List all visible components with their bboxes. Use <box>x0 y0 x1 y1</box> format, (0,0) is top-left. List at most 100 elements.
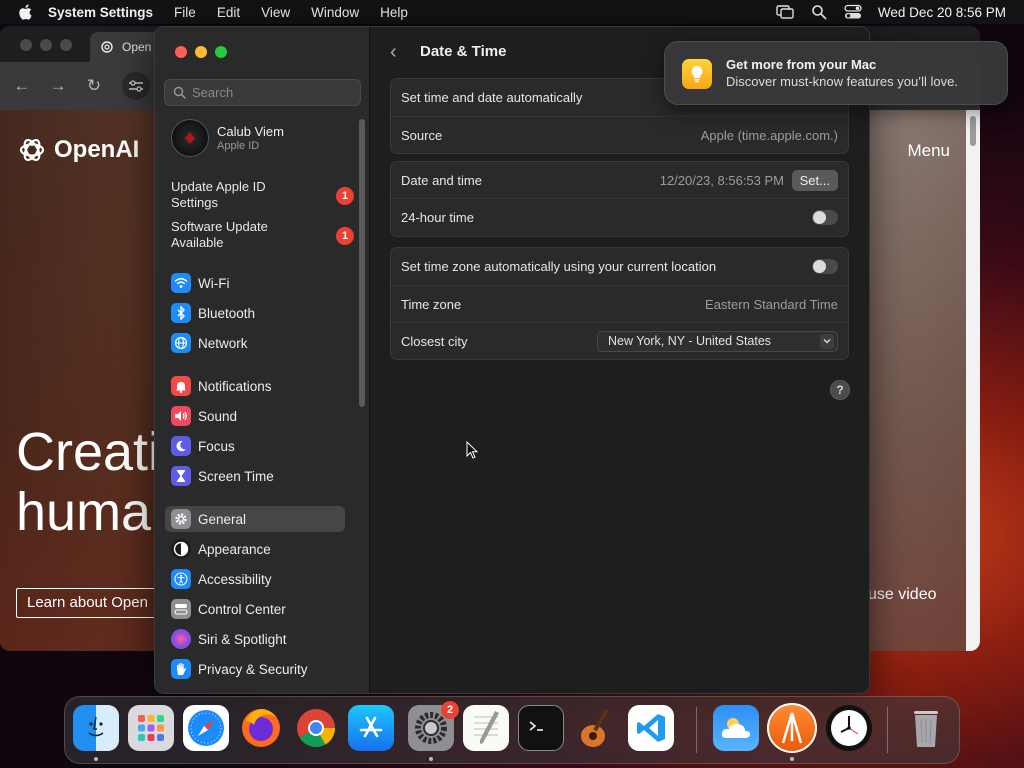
closest-city-select[interactable]: New York, NY - United States <box>597 330 838 352</box>
auto-timezone-toggle[interactable] <box>812 259 838 274</box>
vscode-icon[interactable] <box>628 705 674 751</box>
control-center-icon[interactable] <box>844 3 862 21</box>
date-time-value: 12/20/23, 8:56:53 PM <box>659 172 784 188</box>
garageband-icon[interactable] <box>573 705 619 751</box>
menu-file[interactable]: File <box>174 5 196 20</box>
auto-timezone-row: Set time zone automatically using your c… <box>391 248 848 285</box>
sidebar-search[interactable] <box>164 79 361 106</box>
browser-back-icon[interactable]: ← <box>12 76 32 96</box>
settings-sidebar: Calub Viem Apple ID Update Apple ID Sett… <box>155 27 370 693</box>
closest-city-value: New York, NY - United States <box>608 334 772 348</box>
timezone-row: Time zone Eastern Standard Time <box>391 285 848 322</box>
sidebar-item-wifi[interactable]: Wi-Fi <box>165 270 345 296</box>
settings-update-badge: 2 <box>441 701 459 719</box>
timezone-value: Eastern Standard Time <box>705 296 838 312</box>
sidebar-item-sound[interactable]: Sound <box>165 403 345 429</box>
firefox-icon[interactable] <box>238 705 284 751</box>
browser-scroll-thumb[interactable] <box>970 116 976 146</box>
sidebar-item-screen-time[interactable]: Screen Time <box>165 463 345 489</box>
browser-forward-icon[interactable]: → <box>48 76 68 96</box>
menu-window[interactable]: Window <box>311 5 359 20</box>
notification-title: Get more from your Mac <box>726 57 877 72</box>
appearance-icon <box>171 539 191 559</box>
gear-icon <box>171 509 191 529</box>
menu-edit[interactable]: Edit <box>217 5 240 20</box>
dock-separator-2 <box>887 707 888 753</box>
source-row: Source Apple (time.apple.com.) <box>391 116 848 153</box>
sidebar-item-notifications[interactable]: Notifications <box>165 373 345 399</box>
sidebar-item-accessibility[interactable]: Accessibility <box>165 566 345 592</box>
trash-icon[interactable] <box>903 705 949 751</box>
terminal-icon[interactable] <box>518 705 564 751</box>
update-apple-id-notice[interactable]: Update Apple ID Settings 1 <box>171 179 356 211</box>
sidebar-scrollbar[interactable] <box>359 119 365 407</box>
openai-menu-link[interactable]: Menu <box>907 141 950 161</box>
hour24-row: 24-hour time <box>391 198 848 236</box>
learn-about-button[interactable]: Learn about Open <box>16 588 159 618</box>
minimize-button[interactable] <box>195 46 207 58</box>
hero-line-2: huma <box>16 482 152 542</box>
menu-view[interactable]: View <box>261 5 290 20</box>
sidebar-item-appearance[interactable]: Appearance <box>165 536 345 562</box>
screen-mirroring-icon[interactable] <box>776 3 794 21</box>
sidebar-item-label: Control Center <box>198 601 286 617</box>
dock-separator <box>696 707 697 753</box>
browser-close-button[interactable] <box>20 39 32 51</box>
menu-bar-clock[interactable]: Wed Dec 20 8:56 PM <box>878 5 1006 20</box>
finder-icon[interactable] <box>73 705 119 751</box>
weather-icon[interactable] <box>713 705 759 751</box>
sidebar-item-privacy-security[interactable]: Privacy & Security <box>165 656 345 682</box>
pause-video-button[interactable]: use video <box>868 586 937 604</box>
browser-minimize-button[interactable] <box>40 39 52 51</box>
hour24-toggle[interactable] <box>812 210 838 225</box>
spotlight-search-icon[interactable] <box>810 3 828 21</box>
notification-banner[interactable]: Get more from your Mac Discover must-kno… <box>664 41 1008 105</box>
zoom-button[interactable] <box>215 46 227 58</box>
back-chevron-icon[interactable]: ‹ <box>390 41 397 64</box>
bell-icon <box>171 376 191 396</box>
chrome-icon[interactable] <box>293 705 339 751</box>
app-store-icon[interactable] <box>348 705 394 751</box>
sidebar-item-siri-spotlight[interactable]: Siri & Spotlight <box>165 626 345 652</box>
instruments-running-indicator <box>790 757 794 761</box>
wifi-icon <box>171 273 191 293</box>
apple-menu-icon[interactable] <box>16 2 36 22</box>
instruments-icon[interactable] <box>767 703 817 753</box>
set-date-time-button[interactable]: Set... <box>791 169 838 191</box>
close-button[interactable] <box>175 46 187 58</box>
menu-help[interactable]: Help <box>380 5 408 20</box>
sidebar-item-label: Appearance <box>198 541 271 557</box>
avatar <box>171 119 209 157</box>
notice-label: Update Apple ID Settings <box>171 179 266 210</box>
auto-time-label: Set time and date automatically <box>401 90 583 105</box>
control-center-icon <box>171 599 191 619</box>
apple-id-profile[interactable]: Calub Viem Apple ID <box>171 119 284 157</box>
search-input[interactable] <box>192 85 352 100</box>
openai-logo[interactable]: OpenAI <box>16 134 139 166</box>
mouse-cursor-icon <box>466 441 479 459</box>
sidebar-item-network[interactable]: Network <box>165 330 345 356</box>
safari-icon[interactable] <box>183 705 229 751</box>
sidebar-item-label: Network <box>198 335 248 351</box>
browser-zoom-button[interactable] <box>60 39 72 51</box>
timezone-group: Set time zone automatically using your c… <box>390 247 849 360</box>
sidebar-item-control-center[interactable]: Control Center <box>165 596 345 622</box>
globe-icon <box>171 333 191 353</box>
closest-city-row: Closest city New York, NY - United State… <box>391 322 848 359</box>
launchpad-icon[interactable] <box>128 705 174 751</box>
site-settings-icon[interactable] <box>122 72 150 100</box>
source-value: Apple (time.apple.com.) <box>700 127 838 143</box>
clock-icon[interactable] <box>826 705 872 751</box>
software-update-notice[interactable]: Software Update Available 1 <box>171 219 356 251</box>
notice-badge: 1 <box>336 187 354 205</box>
sidebar-item-focus[interactable]: Focus <box>165 433 345 459</box>
help-button[interactable]: ? <box>830 380 850 400</box>
browser-scrollbar[interactable] <box>966 110 980 651</box>
sidebar-item-label: Privacy & Security <box>198 661 308 677</box>
browser-reload-icon[interactable]: ↻ <box>84 76 104 96</box>
textedit-icon[interactable] <box>463 705 509 751</box>
menu-app-name[interactable]: System Settings <box>48 5 153 20</box>
sidebar-item-label: Screen Time <box>198 468 274 484</box>
sidebar-item-general[interactable]: General <box>165 506 345 532</box>
sidebar-item-bluetooth[interactable]: Bluetooth <box>165 300 345 326</box>
